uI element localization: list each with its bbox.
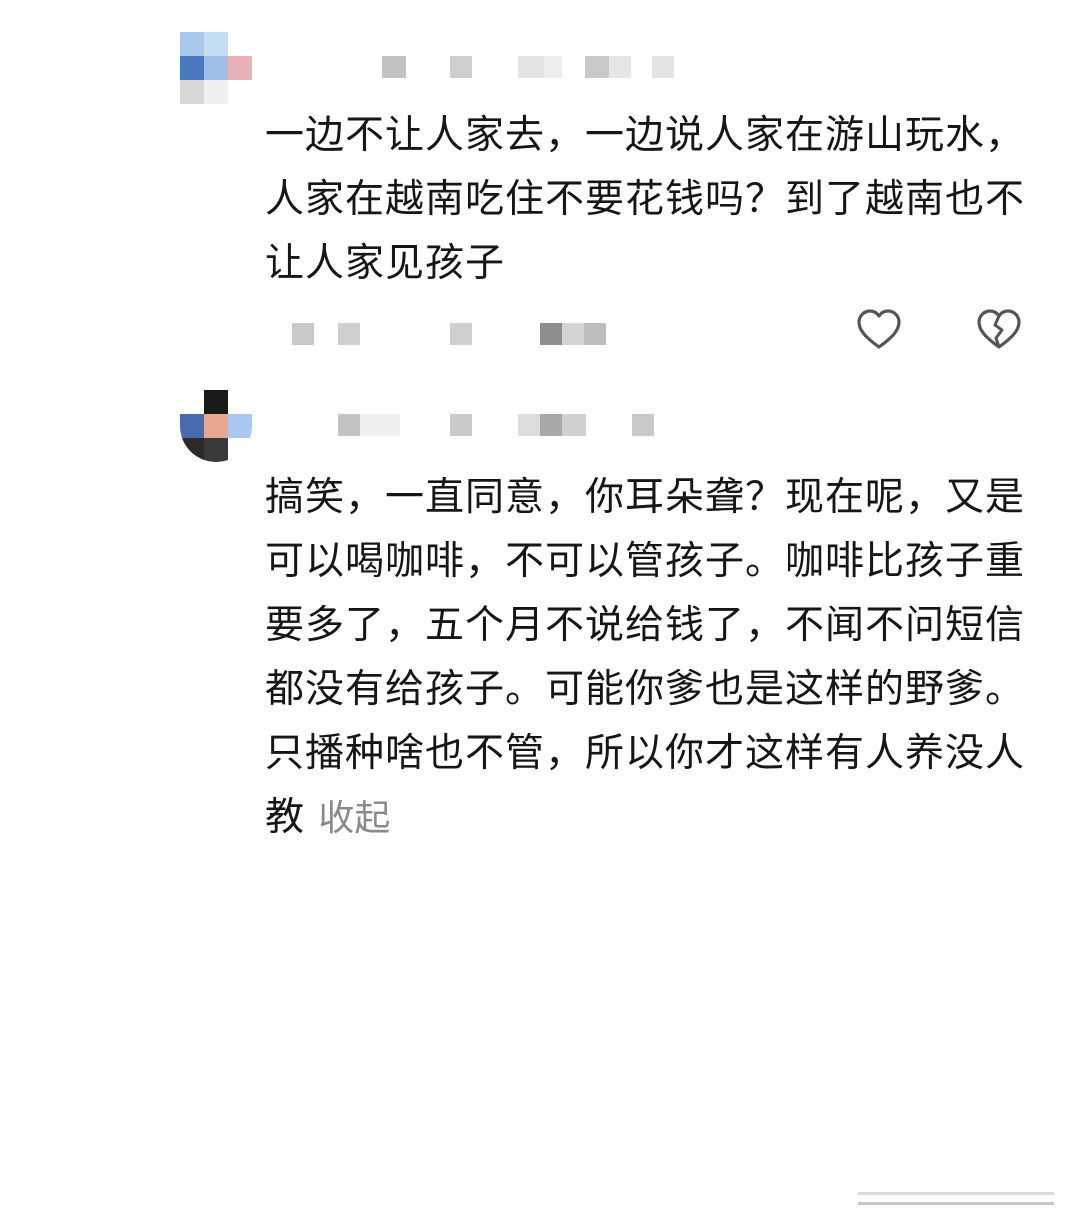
username-blurred[interactable] [380, 56, 680, 78]
broken-heart-icon [977, 309, 1021, 349]
comment-text: 一边不让人家去，一边说人家在游山玩水，人家在越南吃住不要花钱吗？到了越南也不让人… [265, 113, 1026, 286]
avatar-pixel [204, 56, 228, 80]
collapse-link[interactable]: 收起 [318, 798, 390, 839]
comment-text: 搞笑，一直同意，你耳朵聋？现在呢，又是可以喝咖啡，不可以管孩子。咖啡比孩子重要多… [265, 466, 1035, 851]
comment-text-content: 搞笑，一直同意，你耳朵聋？现在呢，又是可以喝咖啡，不可以管孩子。咖啡比孩子重要多… [265, 475, 1026, 840]
avatar[interactable] [180, 32, 252, 104]
avatar-pixel [180, 56, 204, 80]
comment-meta-blurred [292, 323, 612, 345]
username-blurred[interactable] [338, 414, 668, 436]
avatar-pixel [204, 414, 228, 438]
watermark [858, 1188, 1058, 1212]
avatar-pixel [204, 390, 228, 414]
avatar-pixel [180, 390, 204, 414]
avatar[interactable] [180, 390, 252, 462]
avatar-pixel [228, 414, 252, 438]
avatar-pixel [228, 56, 252, 80]
comment-item: 搞笑，一直同意，你耳朵聋？现在呢，又是可以喝咖啡，不可以管孩子。咖啡比孩子重要多… [0, 370, 1080, 1205]
avatar-pixel [180, 438, 204, 462]
avatar-pixel [228, 390, 252, 414]
like-button[interactable] [853, 304, 905, 356]
avatar-pixel [180, 80, 204, 104]
avatar-pixel [180, 414, 204, 438]
avatar-pixel [180, 32, 204, 56]
avatar-pixel [204, 438, 228, 462]
comment-item: 一边不让人家去，一边说人家在游山玩水，人家在越南吃住不要花钱吗？到了越南也不让人… [0, 0, 1080, 370]
heart-outline-icon [857, 309, 901, 349]
avatar-pixel [228, 438, 252, 462]
dislike-button[interactable] [973, 304, 1025, 356]
avatar-pixel [204, 80, 228, 104]
avatar-pixel [204, 32, 228, 56]
avatar-pixel [228, 32, 252, 56]
avatar-pixel [228, 80, 252, 104]
